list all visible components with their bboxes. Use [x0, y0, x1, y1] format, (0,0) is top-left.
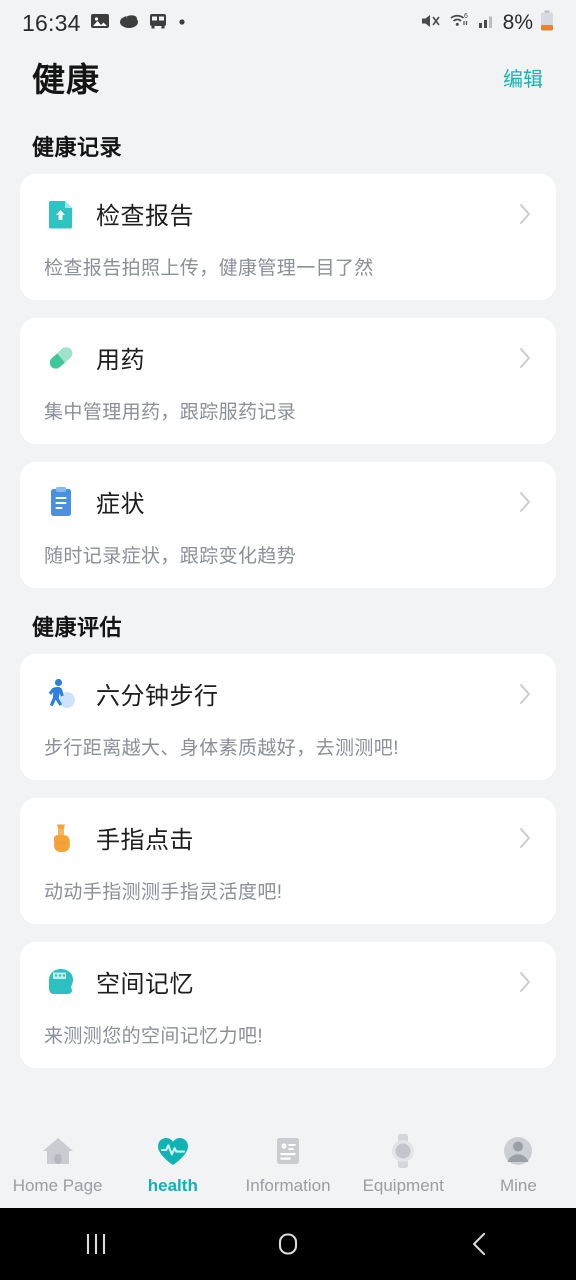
phone-screen: 16:34 6 8% 健康 编辑 健康记录 检查报告 检查报告拍照上传，健康管理…: [0, 0, 576, 1280]
card-title: 检查报告: [96, 203, 194, 230]
photo-icon: [90, 11, 110, 36]
chevron-right-icon: [519, 347, 532, 369]
tab-home-page[interactable]: Home Page: [0, 1132, 115, 1196]
card-header: 用药: [44, 340, 532, 375]
edit-button[interactable]: 编辑: [503, 63, 543, 92]
chevron-right-icon: [519, 683, 532, 705]
brain-head-icon: [44, 965, 78, 999]
walking-person-icon: [44, 677, 78, 711]
card-title: 症状: [96, 491, 145, 518]
heart-pulse-icon: [154, 1132, 192, 1170]
card-description: 来测测您的空间记忆力吧!: [44, 1026, 264, 1047]
medicine-capsule-icon: [44, 341, 78, 375]
report-document-icon: [44, 197, 78, 231]
section-title-health-records: 健康记录: [32, 135, 123, 160]
person-icon: [499, 1132, 537, 1170]
card-finger-tapping[interactable]: 手指点击 动动手指测测手指灵活度吧!: [20, 798, 556, 924]
card-title: 用药: [96, 347, 145, 374]
tapping-finger-icon: [44, 821, 78, 855]
mute-icon: [420, 11, 442, 36]
tab-label: Equipment: [362, 1176, 444, 1195]
watch-icon: [384, 1132, 422, 1170]
card-header: 空间记忆: [44, 964, 532, 999]
status-bar: 16:34 6 8%: [0, 0, 576, 46]
wifi-icon: 6: [449, 11, 471, 36]
home-icon: [39, 1132, 77, 1170]
card-description: 随时记录症状，跟踪变化趋势: [44, 546, 297, 567]
back-icon[interactable]: [445, 1221, 515, 1267]
section-title-health-assessment: 健康评估: [32, 615, 123, 640]
card-spatial-memory[interactable]: 空间记忆 来测测您的空间记忆力吧!: [20, 942, 556, 1068]
tab-health[interactable]: health: [115, 1132, 230, 1196]
chevron-right-icon: [519, 827, 532, 849]
scroll-content[interactable]: 健康记录 检查报告 检查报告拍照上传，健康管理一目了然 用药 集中管理用药，跟踪…: [0, 108, 576, 1120]
card-medication[interactable]: 用药 集中管理用药，跟踪服药记录: [20, 318, 556, 444]
status-time: 16:34: [22, 9, 81, 36]
information-icon: [269, 1132, 307, 1170]
card-title: 空间记忆: [96, 971, 194, 998]
tab-label: Information: [245, 1176, 331, 1195]
card-title: 六分钟步行: [96, 683, 219, 710]
chevron-right-icon: [519, 971, 532, 993]
status-bar-left: 16:34: [22, 10, 187, 37]
chevron-right-icon: [519, 491, 532, 513]
tab-label: Home Page: [12, 1176, 103, 1195]
card-header: 检查报告: [44, 196, 532, 231]
battery-icon: [540, 10, 554, 37]
dot-icon: [177, 14, 187, 32]
card-symptoms[interactable]: 症状 随时记录症状，跟踪变化趋势: [20, 462, 556, 588]
symptom-clipboard-icon: [44, 485, 78, 519]
page-title: 健康: [32, 61, 100, 98]
tab-label: Mine: [499, 1176, 537, 1195]
tab-equipment[interactable]: Equipment: [346, 1132, 461, 1196]
app-bar: 健康 编辑: [0, 46, 576, 108]
tab-label: health: [147, 1176, 198, 1195]
chevron-right-icon: [519, 203, 532, 225]
signal-icon: [478, 11, 496, 36]
card-title: 手指点击: [96, 827, 194, 854]
card-six-minute-walk[interactable]: 六分钟步行 步行距离越大、身体素质越好，去测测吧!: [20, 654, 556, 780]
card-header: 症状: [44, 484, 532, 519]
battery-percent-label: 8%: [502, 11, 533, 34]
android-nav-bar: [0, 1208, 576, 1280]
home-circle-icon[interactable]: [253, 1221, 323, 1267]
tab-information[interactable]: Information: [230, 1132, 345, 1196]
bus-icon: [148, 11, 168, 36]
card-header: 六分钟步行: [44, 676, 532, 711]
card-description: 检查报告拍照上传，健康管理一目了然: [44, 258, 374, 279]
card-description: 集中管理用药，跟踪服药记录: [44, 402, 297, 423]
card-description: 动动手指测测手指灵活度吧!: [44, 882, 283, 903]
status-bar-right: 6 8%: [420, 10, 554, 37]
recents-icon[interactable]: [61, 1221, 131, 1267]
palette-icon: [119, 11, 139, 36]
tab-mine[interactable]: Mine: [461, 1132, 576, 1196]
card-description: 步行距离越大、身体素质越好，去测测吧!: [44, 738, 399, 759]
svg-text:6: 6: [464, 13, 468, 20]
bottom-tab-bar: Home Page health Information Equipment M…: [0, 1120, 576, 1208]
card-inspection-report[interactable]: 检查报告 检查报告拍照上传，健康管理一目了然: [20, 174, 556, 300]
card-header: 手指点击: [44, 820, 532, 855]
